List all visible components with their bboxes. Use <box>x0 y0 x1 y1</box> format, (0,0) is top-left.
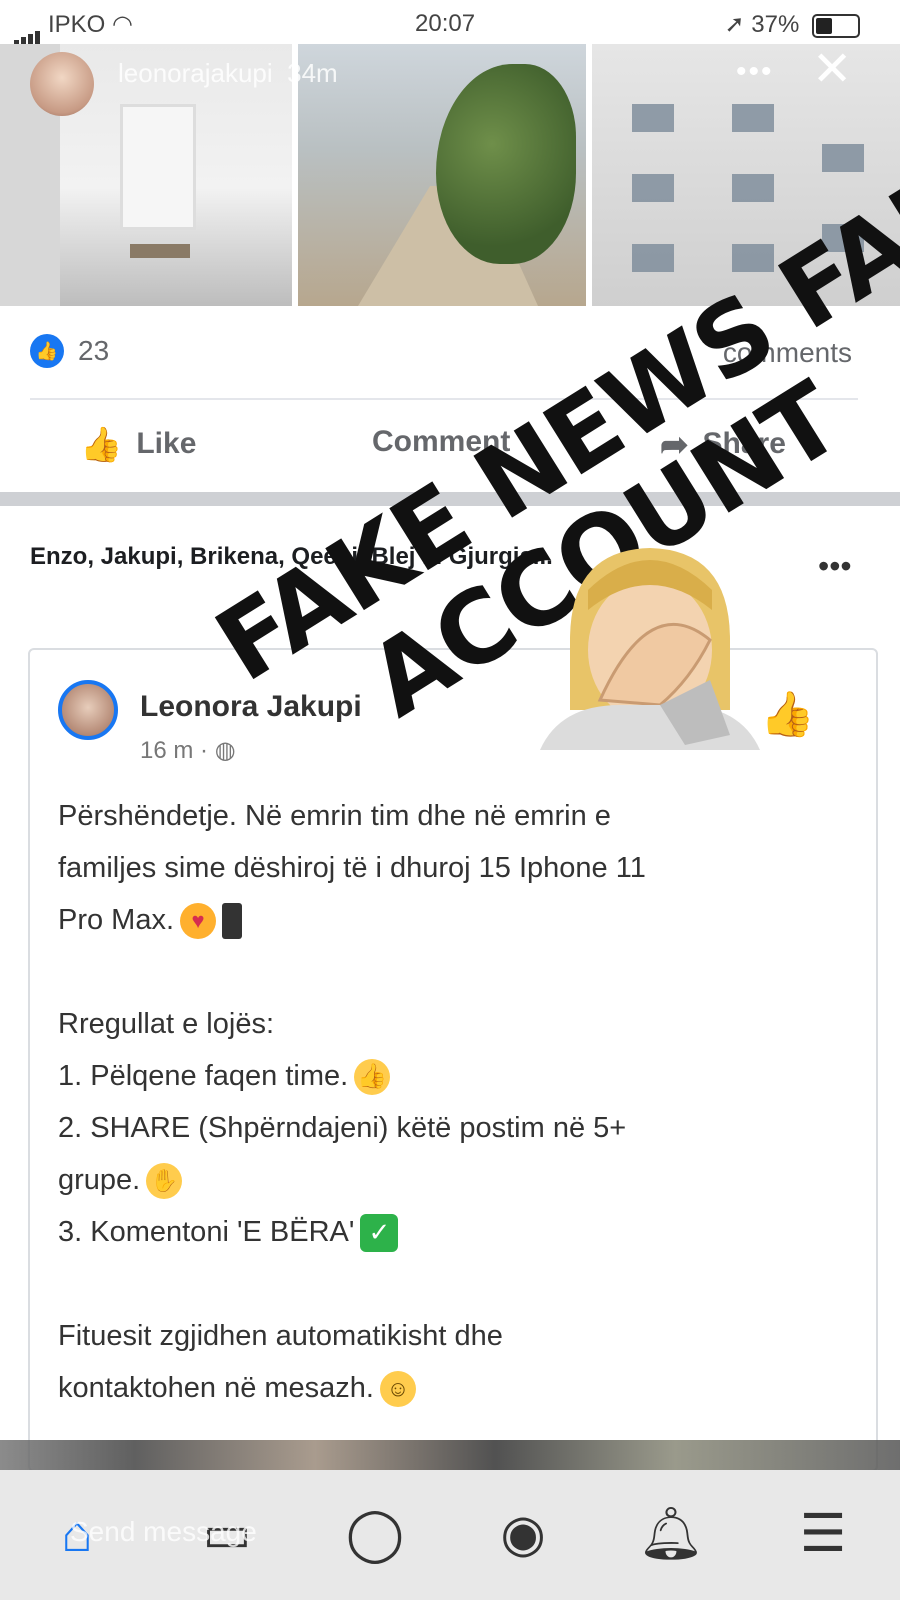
story-photo-path <box>298 44 586 306</box>
story-avatar[interactable] <box>30 52 94 116</box>
battery: ➚ 37% <box>724 10 860 39</box>
reaction-count[interactable]: 23 <box>78 335 109 367</box>
thumbs-up-icon[interactable]: 👍 <box>760 688 815 740</box>
post-text-line: Fituesit zgjidhen automatikisht dhe <box>58 1320 503 1352</box>
avatar[interactable] <box>58 680 118 740</box>
signal-icon <box>14 18 42 46</box>
close-icon[interactable]: ✕ <box>812 46 852 94</box>
story-more-icon[interactable]: ••• <box>736 55 774 89</box>
wifi-icon: ◠ <box>112 11 133 38</box>
comment-button[interactable]: Comment <box>372 425 510 459</box>
carrier: IPKO ◠ <box>14 10 133 46</box>
location-icon: ➚ <box>724 11 745 38</box>
divider <box>30 398 858 400</box>
rule-item: grupe. ✋ <box>58 1154 828 1206</box>
thumbs-up-icon: 👍 <box>80 426 123 464</box>
post-text-line: familjes sime dëshiroj të i dhuroj 15 Ip… <box>58 852 646 884</box>
battery-icon <box>812 13 860 38</box>
phone-emoji-icon <box>222 903 243 940</box>
bell-icon[interactable]: 🔔︎ <box>634 1497 708 1571</box>
heart-eyes-emoji-icon: ♥ <box>180 903 217 940</box>
groups-icon[interactable]: ◉ <box>486 1497 560 1571</box>
rule-item: 3. Komentoni 'E BËRA' ✓ <box>58 1206 828 1258</box>
like-button[interactable]: 👍 Like <box>80 425 196 465</box>
story-username[interactable]: leonorajakupi 34m <box>118 58 338 89</box>
thumbs-up-emoji-icon: 👍 <box>354 1059 391 1096</box>
menu-icon[interactable]: ☰ <box>786 1497 860 1571</box>
share-button[interactable]: ➦ Share <box>660 425 786 465</box>
rule-item: 2. SHARE (Shpërndajeni) këtë postim në 5… <box>58 1112 627 1144</box>
status-bar: IPKO ◠ 20:07 ➚ 37% <box>0 0 900 48</box>
rule-item: 1. Pëlqene faqen time. 👍 <box>58 1050 828 1102</box>
clock: 20:07 <box>415 10 476 37</box>
raised-hand-emoji-icon: ✋ <box>146 1163 183 1200</box>
section-separator <box>0 492 900 506</box>
story-age: 34m <box>287 58 338 88</box>
send-message-input[interactable]: Send message <box>70 1516 257 1548</box>
post-text-line: Përshëndetje. Në emrin tim dhe në emrin … <box>58 800 611 832</box>
blurred-content-strip <box>0 1440 900 1470</box>
globe-icon: ◍ <box>214 737 236 764</box>
comments-count[interactable]: comments <box>723 337 852 369</box>
post-body: Përshëndetje. Në emrin tim dhe në emrin … <box>58 790 828 1414</box>
check-mark-emoji-icon: ✓ <box>360 1214 399 1253</box>
profile-icon[interactable]: ◯ <box>338 1497 412 1571</box>
post-author[interactable]: Leonora Jakupi <box>140 690 362 724</box>
facepalm-emoji-icon <box>540 548 760 750</box>
post-text-line: Pro Max. ♥ <box>58 894 828 946</box>
more-options-icon[interactable]: ••• <box>818 548 852 585</box>
rules-title: Rregullat e lojës: <box>58 1008 274 1040</box>
share-icon: ➦ <box>660 426 689 464</box>
like-reaction-icon: 👍 <box>30 334 64 368</box>
smiling-emoji-icon: ☺ <box>379 1371 416 1408</box>
post-text-line: kontaktohen në mesazh. ☺ <box>58 1362 828 1414</box>
post-timestamp: 16 m · ◍ <box>140 737 236 764</box>
